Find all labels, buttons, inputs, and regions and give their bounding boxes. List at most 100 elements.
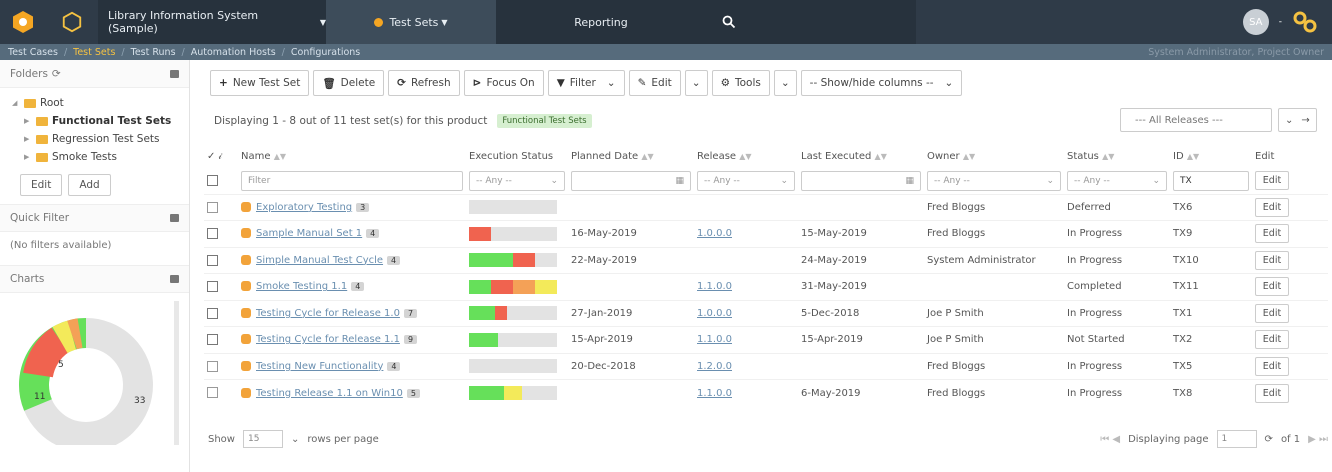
next-last-page-icons[interactable]: ▶ ⏭	[1308, 434, 1328, 445]
column-header-release[interactable]: Release ▲▼	[694, 144, 798, 168]
spira-logo-icon[interactable]	[0, 0, 46, 44]
release-link[interactable]: 1.1.0.0	[697, 281, 732, 292]
calendar-icon[interactable]: ▦	[905, 176, 914, 186]
page-number-input[interactable]: 1	[1216, 430, 1257, 448]
release-link[interactable]: 1.0.0.0	[697, 228, 732, 239]
planned-date-filter[interactable]: ▦	[571, 170, 691, 191]
column-header-execution[interactable]: Execution Status	[466, 144, 568, 168]
release-link[interactable]: 1.1.0.0	[697, 388, 732, 399]
refresh-button[interactable]: ⟳ Refresh	[388, 70, 460, 96]
row-checkbox[interactable]	[207, 281, 218, 292]
table-row[interactable]: Smoke Testing 1.1 4 1.1.0.0 31-May-2019 Comp…	[204, 273, 1328, 300]
minimize-icon[interactable]	[170, 214, 179, 222]
subnav-automation-hosts[interactable]: Automation Hosts	[191, 47, 276, 58]
row-edit-button[interactable]: Edit	[1255, 224, 1289, 244]
row-edit-button[interactable]: Edit	[1255, 197, 1289, 217]
tree-item-smoke[interactable]: ▶ Smoke Tests	[12, 148, 189, 166]
test-sets-menu[interactable]: Test Sets ▼	[326, 0, 496, 44]
row-edit-button[interactable]: Edit	[1255, 250, 1289, 270]
project-selector[interactable]: Library Information System (Sample) ▼	[98, 0, 326, 44]
subnav-test-runs[interactable]: Test Runs	[131, 47, 176, 58]
row-checkbox[interactable]	[207, 334, 218, 345]
refresh-icon[interactable]: ⟳	[52, 68, 61, 80]
table-row[interactable]: Testing Release 1.1 on Win10 5 1.1.0.0 6-Ma…	[204, 379, 1328, 406]
focus-on-button[interactable]: ⊳ Focus On	[463, 70, 544, 96]
column-header-last-executed[interactable]: Last Executed ▲▼	[798, 144, 924, 168]
calendar-icon[interactable]: ▦	[675, 176, 684, 186]
subnav-configurations[interactable]: Configurations	[291, 47, 360, 58]
expand-icon[interactable]: ◢	[12, 99, 20, 107]
first-prev-page-icons[interactable]: ⏮ ◀	[1100, 434, 1120, 445]
release-link[interactable]: 1.0.0.0	[697, 308, 732, 319]
edit-button[interactable]: ✎ Edit	[628, 70, 681, 96]
tools-button[interactable]: ⚙ Tools	[711, 70, 770, 96]
chart-scrollbar[interactable]	[174, 301, 179, 445]
test-set-name-link[interactable]: Testing Release 1.1 on Win10	[256, 388, 403, 399]
minimize-icon[interactable]	[170, 69, 179, 78]
expand-icon[interactable]: ▶	[24, 153, 32, 161]
row-edit-button[interactable]: Edit	[1255, 277, 1289, 297]
select-all-checkbox[interactable]	[207, 175, 218, 186]
test-set-name-link[interactable]: Testing Cycle for Release 1.0	[256, 308, 400, 319]
column-header-planned[interactable]: Planned Date ▲▼	[568, 144, 694, 168]
column-header-name[interactable]: Name ▲▼	[238, 144, 466, 168]
workspace-hex-icon[interactable]	[46, 0, 98, 44]
row-edit-button[interactable]: Edit	[1255, 383, 1289, 403]
caret-down-icon[interactable]: -	[1279, 17, 1282, 27]
select-all-header[interactable]: ✓ 𝒾	[204, 144, 238, 168]
sort-icon[interactable]: ▲▼	[875, 152, 887, 161]
delete-button[interactable]: 🗑 Delete	[313, 70, 385, 96]
user-avatar[interactable]: SA	[1242, 9, 1269, 35]
row-checkbox[interactable]	[207, 228, 218, 239]
add-folder-button[interactable]: Add	[68, 174, 111, 196]
reporting-menu[interactable]: Reporting	[496, 0, 706, 44]
test-set-name-link[interactable]: Exploratory Testing	[256, 202, 352, 213]
row-checkbox[interactable]	[207, 360, 218, 372]
execution-status-bar[interactable]	[469, 253, 557, 268]
expand-icon[interactable]: ▶	[24, 135, 32, 143]
release-select[interactable]: --- All Releases ---	[1120, 108, 1272, 132]
chevron-down-icon[interactable]: ⌄	[291, 434, 299, 445]
new-test-set-button[interactable]: + New Test Set	[210, 70, 310, 96]
row-checkbox[interactable]	[207, 307, 218, 319]
execution-status-bar[interactable]	[469, 200, 557, 215]
execution-status-bar[interactable]	[469, 359, 557, 374]
sort-icon[interactable]: ▲▼	[274, 152, 286, 161]
gears-icon[interactable]	[1292, 10, 1318, 34]
execution-status-bar[interactable]	[469, 226, 557, 241]
execution-status-bar[interactable]	[469, 386, 557, 400]
column-header-id[interactable]: ID ▲▼	[1170, 144, 1252, 168]
arrow-right-icon[interactable]: →	[1301, 115, 1309, 126]
filter-button[interactable]: ▼ Filter ⌄	[547, 70, 625, 96]
test-set-name-link[interactable]: Sample Manual Set 1	[256, 228, 362, 239]
sort-icon[interactable]: ▲▼	[1187, 152, 1199, 161]
sort-icon[interactable]: ▲▼	[739, 152, 751, 161]
table-row[interactable]: Testing New Functionality 4 20-Dec-2018 1.2…	[204, 352, 1328, 380]
row-edit-button[interactable]: Edit	[1255, 303, 1289, 323]
edit-folder-button[interactable]: Edit	[20, 174, 63, 196]
search-button[interactable]	[706, 0, 916, 44]
owner-filter-select[interactable]: -- Any -- ⌄	[927, 170, 1061, 191]
table-row[interactable]: Simple Manual Test Cycle 4 22-May-2019 24-M…	[204, 246, 1328, 274]
sort-icon[interactable]: ▲▼	[641, 152, 653, 161]
subnav-test-sets[interactable]: Test Sets	[73, 47, 115, 58]
column-header-owner[interactable]: Owner ▲▼	[924, 144, 1064, 168]
test-set-name-link[interactable]: Testing New Functionality	[256, 361, 383, 372]
test-set-name-link[interactable]: Testing Cycle for Release 1.1	[256, 334, 400, 345]
tools-dropdown[interactable]: ⌄	[773, 70, 797, 96]
row-checkbox[interactable]	[207, 254, 218, 266]
row-edit-button[interactable]: Edit	[1255, 330, 1289, 350]
tree-item-root[interactable]: ◢ Root	[12, 94, 189, 112]
execution-status-bar[interactable]	[469, 279, 557, 294]
name-filter-input[interactable]: Filter	[241, 170, 463, 191]
table-row[interactable]: Testing Cycle for Release 1.1 9 15-Apr-201…	[204, 326, 1328, 353]
table-row[interactable]: Sample Manual Set 1 4 16-May-2019 1.0.0.0 15…	[204, 220, 1328, 247]
release-link[interactable]: 1.1.0.0	[697, 334, 732, 345]
id-filter-input[interactable]: TX	[1173, 170, 1249, 191]
subnav-test-cases[interactable]: Test Cases	[8, 47, 58, 58]
test-set-name-link[interactable]: Simple Manual Test Cycle	[256, 255, 383, 266]
test-set-name-link[interactable]: Smoke Testing 1.1	[256, 281, 347, 292]
tree-item-functional[interactable]: ▶ Functional Test Sets	[12, 112, 189, 130]
row-edit-button[interactable]: Edit	[1255, 356, 1289, 376]
execution-status-bar[interactable]	[469, 332, 557, 347]
